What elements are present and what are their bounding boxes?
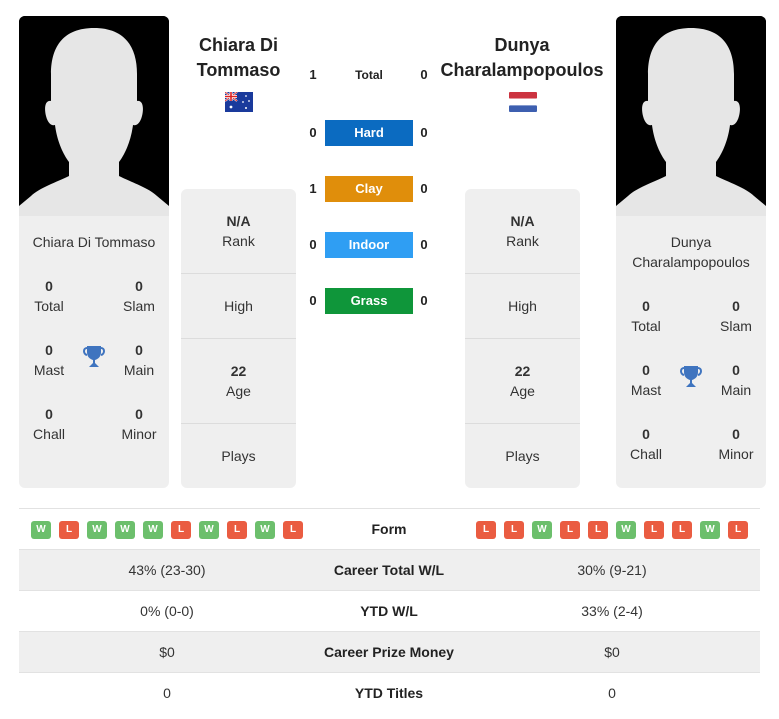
form-badge-win[interactable]: W — [31, 521, 51, 539]
form-badge-win[interactable]: W — [532, 521, 552, 539]
h2h-p1-count: 1 — [309, 181, 317, 196]
h2h-p2-count: 0 — [420, 293, 428, 308]
form-label: Form — [371, 521, 407, 537]
player2-title-main: 0 Main — [720, 362, 752, 398]
player1-photo — [19, 16, 169, 216]
player1-rank: N/A Rank — [181, 189, 296, 274]
player2-name-header[interactable]: Dunya Charalampopoulos — [436, 33, 608, 83]
silhouette-icon — [616, 16, 766, 216]
player2-title-slam: 0 Slam — [720, 298, 752, 334]
ytd-titles-label: YTD Titles — [354, 685, 424, 701]
surface-badge-total: Total — [355, 68, 383, 82]
player2-title-mast: 0 Mast — [630, 362, 662, 398]
h2h-p1-count: 1 — [309, 67, 317, 82]
h2h-p1-count: 0 — [309, 237, 317, 252]
form-badge-loss[interactable]: L — [504, 521, 524, 539]
player2-title-minor: 0 Minor — [718, 426, 754, 462]
h2h-row-total: 1 Total 0 — [300, 62, 440, 88]
player1-card: Chiara Di Tommaso 0 Total 0 Slam 0 Mast … — [19, 16, 169, 488]
h2h-p1-count: 0 — [309, 125, 317, 140]
player1-prize-money: $0 — [159, 644, 175, 660]
stats-table: WLWWWLWLWL Form LLWLLWLLWL 43% (23-30) C… — [19, 508, 760, 713]
netherlands-flag-icon — [509, 92, 537, 112]
form-badge-win[interactable]: W — [199, 521, 219, 539]
player1-name-header[interactable]: Chiara Di Tommaso — [181, 33, 296, 83]
form-badge-win[interactable]: W — [143, 521, 163, 539]
player2-prize-money: $0 — [604, 644, 620, 660]
player2-high: High — [465, 274, 580, 339]
h2h-p2-count: 0 — [420, 125, 428, 140]
h2h-p2-count: 0 — [420, 181, 428, 196]
form-badge-loss[interactable]: L — [728, 521, 748, 539]
player2-form: LLWLLWLLWL — [476, 521, 748, 539]
ytd-wl-label: YTD W/L — [360, 603, 418, 619]
player1-title-minor: 0 Minor — [121, 406, 157, 442]
form-badge-loss[interactable]: L — [560, 521, 580, 539]
player2-card-name: Dunya Charalampopoulos — [632, 234, 750, 270]
player1-title-main: 0 Main — [123, 342, 155, 378]
player2-card: Dunya Charalampopoulos 0 Total 0 Slam 0 … — [616, 16, 766, 488]
form-badge-loss[interactable]: L — [171, 521, 191, 539]
silhouette-icon — [19, 16, 169, 216]
h2h-row-grass: 0 Grass 0 — [300, 288, 440, 314]
player2-ytd-titles: 0 — [608, 685, 616, 701]
player2-rank: N/A Rank — [465, 189, 580, 274]
form-badge-win[interactable]: W — [616, 521, 636, 539]
player2-photo — [616, 16, 766, 216]
form-badge-loss[interactable]: L — [672, 521, 692, 539]
australia-flag-icon — [225, 92, 253, 112]
player1-title-mast: 0 Mast — [33, 342, 65, 378]
trophy-icon — [680, 366, 702, 387]
form-row: WLWWWLWLWL Form LLWLLWLLWL — [19, 508, 760, 549]
player2-plays: Plays — [505, 448, 540, 464]
h2h-row-indoor: 0 Indoor 0 — [300, 232, 440, 258]
form-badge-loss[interactable]: L — [644, 521, 664, 539]
player1-ytd-wl: 0% (0-0) — [140, 603, 194, 619]
career-wl-row: 43% (23-30) Career Total W/L 30% (9-21) — [19, 549, 760, 590]
form-badge-loss[interactable]: L — [588, 521, 608, 539]
player2-title-chall: 0 Chall — [630, 426, 662, 462]
player2-title-total: 0 Total — [631, 298, 661, 334]
player1-form: WLWWWLWLWL — [31, 521, 303, 539]
h2h-p2-count: 0 — [420, 237, 428, 252]
ytd-wl-row: 0% (0-0) YTD W/L 33% (2-4) — [19, 590, 760, 631]
player2-age: 22 Age — [465, 339, 580, 424]
form-badge-loss[interactable]: L — [476, 521, 496, 539]
trophy-icon — [83, 346, 105, 367]
player2-info: N/A Rank High 22 Age Plays — [465, 189, 580, 488]
player1-age: 22 Age — [181, 339, 296, 424]
player2-career-wl: 30% (9-21) — [577, 562, 647, 578]
surface-badge-indoor[interactable]: Indoor — [325, 232, 413, 258]
ytd-titles-row: 0 YTD Titles 0 — [19, 672, 760, 713]
h2h-p2-count: 0 — [420, 67, 428, 82]
player1-title-total: 0 Total — [34, 278, 64, 314]
surface-badge-grass[interactable]: Grass — [325, 288, 413, 314]
form-badge-win[interactable]: W — [255, 521, 275, 539]
career-wl-label: Career Total W/L — [333, 562, 445, 578]
form-badge-win[interactable]: W — [115, 521, 135, 539]
form-badge-win[interactable]: W — [87, 521, 107, 539]
surface-badge-hard[interactable]: Hard — [325, 120, 413, 146]
h2h-p1-count: 0 — [309, 293, 317, 308]
form-badge-loss[interactable]: L — [59, 521, 79, 539]
h2h-row-hard: 0 Hard 0 — [300, 120, 440, 146]
form-badge-loss[interactable]: L — [227, 521, 247, 539]
player1-ytd-titles: 0 — [163, 685, 171, 701]
prize-money-label: Career Prize Money — [324, 644, 454, 660]
player1-high: High — [181, 274, 296, 339]
player1-career-wl: 43% (23-30) — [128, 562, 206, 578]
player1-title-slam: 0 Slam — [123, 278, 155, 314]
player1-plays: Plays — [221, 448, 256, 464]
form-badge-win[interactable]: W — [700, 521, 720, 539]
player1-info: N/A Rank High 22 Age Plays — [181, 189, 296, 488]
prize-money-row: $0 Career Prize Money $0 — [19, 631, 760, 672]
h2h-row-clay: 1 Clay 0 — [300, 176, 440, 202]
player1-title-chall: 0 Chall — [33, 406, 65, 442]
player1-card-name: Chiara Di Tommaso — [32, 234, 156, 250]
surface-badge-clay[interactable]: Clay — [325, 176, 413, 202]
player2-ytd-wl: 33% (2-4) — [581, 603, 643, 619]
